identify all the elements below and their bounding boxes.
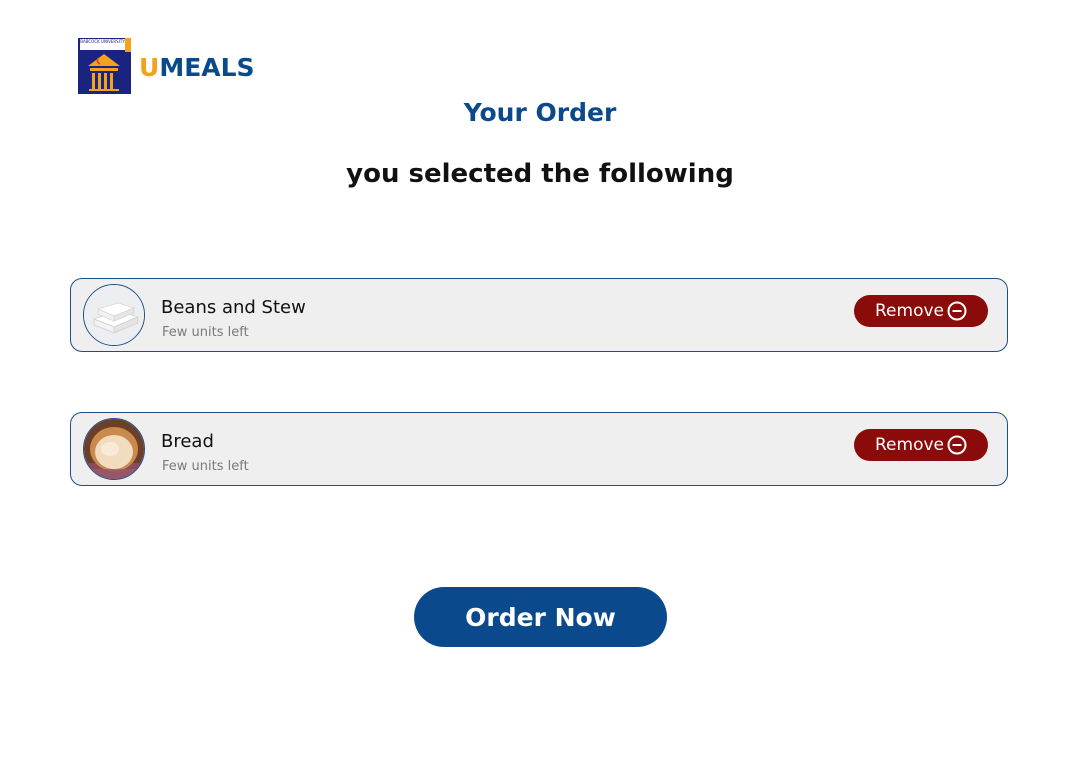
brand-rest: MEALS — [159, 53, 255, 82]
item-name: Bread — [161, 431, 214, 452]
logo-accent-strip — [125, 38, 131, 52]
remove-label: Remove — [875, 301, 944, 321]
crest-icon — [88, 54, 120, 91]
logo-university-text: BABCOCK UNIVERSITY — [80, 39, 125, 50]
minus-circle-icon — [947, 435, 967, 455]
remove-button[interactable]: Remove — [854, 295, 988, 327]
brand-prefix: U — [139, 53, 160, 82]
item-stock-status: Few units left — [162, 459, 249, 474]
order-item-card: Beans and Stew Few units left Remove — [70, 278, 1008, 352]
page-title: Your Order — [463, 98, 617, 127]
order-page: BABCOCK UNIVERSITY UMEALS Your Order you… — [0, 0, 1080, 768]
brand-name[interactable]: UMEALS — [139, 53, 255, 82]
order-now-button[interactable]: Order Now — [414, 587, 667, 647]
university-logo: BABCOCK UNIVERSITY — [78, 38, 131, 94]
remove-button[interactable]: Remove — [854, 429, 988, 461]
food-pack-image — [83, 284, 145, 346]
bread-loaf-image — [83, 418, 145, 480]
item-stock-status: Few units left — [162, 325, 249, 340]
page-subtitle: you selected the following — [346, 159, 734, 189]
minus-circle-icon — [947, 301, 967, 321]
item-name: Beans and Stew — [161, 297, 306, 318]
remove-label: Remove — [875, 435, 944, 455]
order-item-card: Bread Few units left Remove — [70, 412, 1008, 486]
